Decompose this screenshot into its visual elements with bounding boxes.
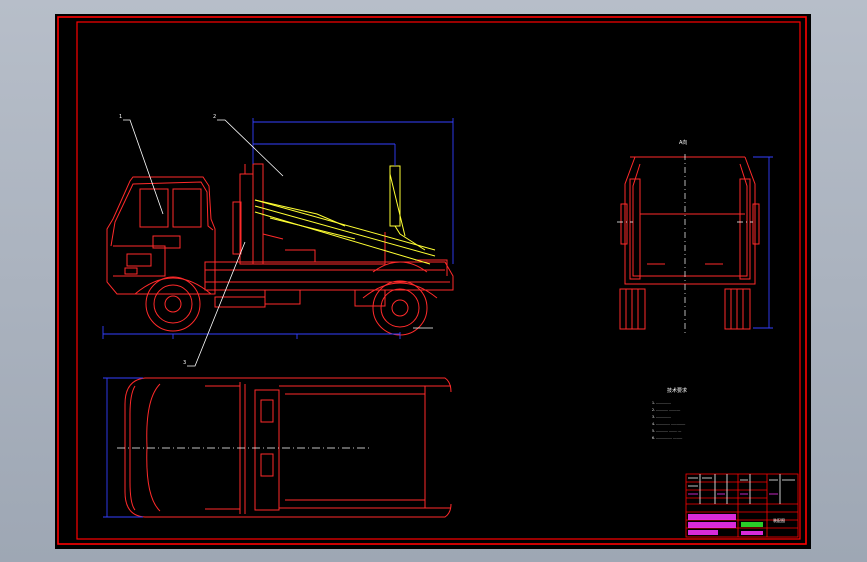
top-dimensions [103,377,143,518]
balloon-1: 1 [119,114,122,120]
side-dimensions [102,118,454,339]
note-line-1: 1. ............... [652,401,671,405]
note-line-4: 4. .............. .............. [652,422,685,426]
rear-view-title: A向 [679,139,687,146]
notes-heading: 技术要求 [667,387,687,394]
title-block [685,473,799,538]
cab-window-left [139,188,169,228]
note-line-3: 3. ............... [652,415,671,419]
top-view [124,377,452,518]
rear-centerline [617,154,753,334]
lifting-arm [254,165,436,265]
cad-viewport[interactable]: 1 2 3 A向 技术要求 1. ............... 2. ....… [55,14,811,549]
balloon-2: 2 [213,114,216,120]
cad-drawing-canvas: 1 2 3 A向 技术要求 1. ............... 2. ....… [57,16,807,545]
side-view [106,163,454,336]
balloon-3: 3 [183,360,186,366]
rear-dimensions [753,156,773,329]
note-line-2: 2. ............ ........... [652,408,680,412]
outer-border [57,16,807,545]
drawing-name: 装配图 [773,517,785,523]
rear-view [619,156,760,330]
cab-window-right [172,188,202,228]
note-line-6: 6. ................ ......... [652,436,682,440]
note-line-5: 5. ............ ........ ... [652,429,681,433]
